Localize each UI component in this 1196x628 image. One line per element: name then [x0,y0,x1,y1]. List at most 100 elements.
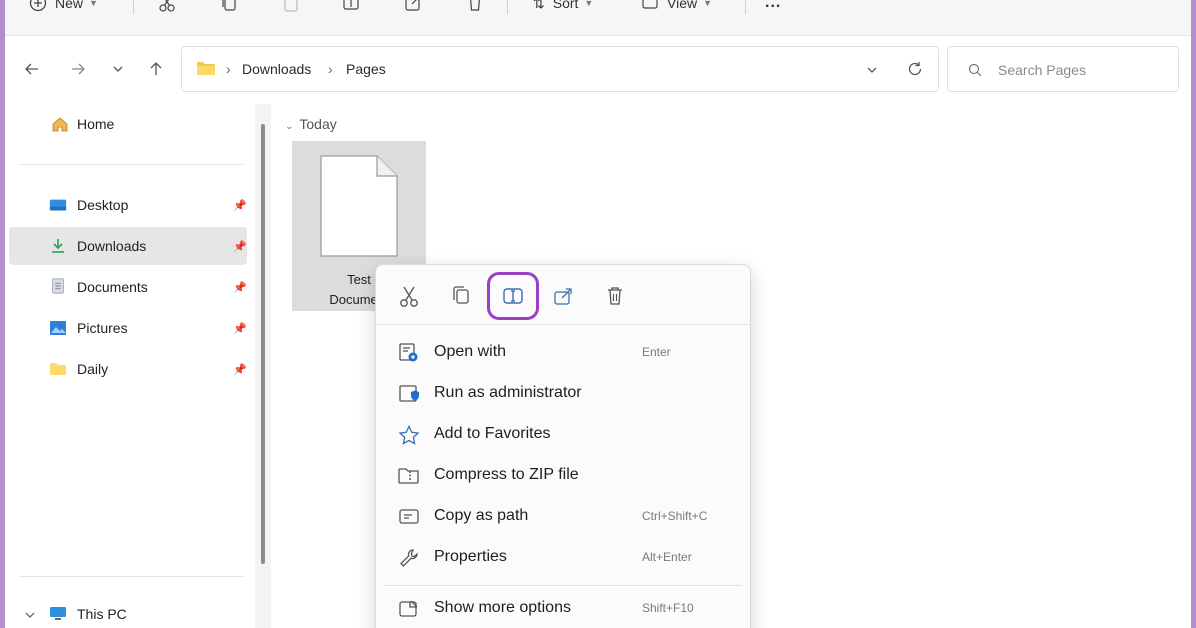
sort-button[interactable]: ⇅ Sort ▼ [533,0,593,15]
copy-toolbar-button[interactable] [219,0,239,15]
pictures-icon [50,321,66,335]
star-icon [398,425,420,445]
pin-icon: 📌 [233,322,247,335]
copy-icon [453,286,469,304]
copy-icon [222,0,236,11]
file-explorer-window: New ▼ ⇅ Sort ▼ View ▼ ... › Downloads › … [5,0,1191,628]
pin-icon: 📌 [233,281,247,294]
sidebar-label: Desktop [77,197,129,213]
pin-icon: 📌 [233,199,247,212]
chevron-down-icon: ▼ [89,0,98,8]
copy-path-icon [399,509,419,524]
chevron-down-icon[interactable] [25,610,35,620]
menu-separator [384,585,742,586]
download-icon [52,239,64,253]
menu-item-add-to-favorites[interactable]: Add to Favorites [376,415,750,455]
sidebar-item-daily[interactable]: Daily 📌 [9,350,247,388]
menu-item-shortcut: Shift+F10 [642,601,694,615]
sidebar-item-home[interactable]: Home [9,105,247,143]
folder-icon [50,363,66,375]
menu-item-shortcut: Alt+Enter [642,550,692,564]
breadcrumb-downloads[interactable]: Downloads [242,61,311,77]
copy-action-button[interactable] [446,283,476,309]
rename-toolbar-button[interactable] [341,0,361,15]
delete-action-button[interactable] [600,283,630,309]
forward-button[interactable] [65,56,91,82]
more-options-button[interactable]: ... [765,0,781,15]
menu-item-shortcut: Ctrl+Shift+C [642,509,708,523]
menu-item-label: Add to Favorites [434,425,551,442]
menu-item-shortcut: Enter [642,345,671,359]
rename-icon [343,0,359,10]
address-bar[interactable]: › Downloads › Pages [181,46,939,92]
share-icon [554,288,572,305]
scissors-icon [159,0,175,12]
breadcrumb-pages[interactable]: Pages [346,61,386,77]
sidebar-scrollbar-thumb[interactable] [261,124,265,564]
group-header-label: Today [299,116,337,132]
chevron-down-icon: ⌄ [285,121,294,132]
rename-icon [503,288,523,304]
menu-item-copy-as-path[interactable]: Copy as path Ctrl+Shift+C [376,497,750,537]
menu-item-properties[interactable]: Properties Alt+Enter [376,538,750,578]
menu-item-label: Properties [434,548,507,565]
delete-toolbar-button[interactable] [465,0,485,15]
menu-item-label: Copy as path [434,507,529,524]
sidebar-label: Daily [77,361,109,377]
sidebar-label: Documents [77,279,148,295]
chevron-down-icon: ▼ [703,0,713,8]
sidebar-label-home: Home [77,116,115,132]
share-toolbar-button[interactable] [403,0,423,15]
toolbar-divider [745,0,746,14]
arrow-right-icon [72,63,85,75]
wrench-icon [400,549,418,567]
share-action-button[interactable] [548,283,578,309]
back-button[interactable] [19,56,45,82]
view-icon [642,0,658,9]
sidebar-item-documents[interactable]: Documents 📌 [9,268,247,306]
folder-icon [197,62,215,75]
sidebar-item-pictures[interactable]: Pictures 📌 [9,309,247,347]
pin-icon: 📌 [233,240,247,253]
plus-circle-icon [29,0,47,12]
cut-action-button[interactable] [394,283,424,309]
cut-toolbar-button[interactable] [157,0,177,15]
menu-item-show-more-options[interactable]: Show more options Shift+F10 [376,589,750,628]
refresh-icon[interactable] [906,60,924,78]
sidebar-item-this-pc[interactable]: This PC [9,595,247,628]
toolbar-divider [133,0,134,14]
share-icon [405,0,420,11]
menu-item-label: Run as administrator [434,384,582,401]
documents-icon [52,278,64,294]
search-box[interactable]: Search Pages [947,46,1179,92]
group-header-today[interactable]: ⌄ Today [285,116,337,132]
recent-locations-button[interactable] [105,56,131,82]
paste-toolbar-button[interactable] [281,0,301,15]
search-icon [968,63,982,77]
context-quick-actions [376,265,750,325]
context-menu: Open with Enter Run as administrator Add… [375,264,751,628]
pin-icon: 📌 [233,363,247,376]
rename-action-button[interactable] [487,272,539,320]
open-with-icon [399,343,418,362]
sidebar-item-desktop[interactable]: Desktop 📌 [9,186,247,224]
sidebar-divider [19,164,243,165]
view-button[interactable]: View ▼ [641,0,712,15]
document-file-icon [320,155,398,257]
new-label: New [55,0,84,11]
chevron-down-icon[interactable] [866,64,878,76]
trash-icon [608,287,622,305]
new-button[interactable]: New ▼ [29,0,98,15]
up-button[interactable] [143,56,169,82]
command-bar: New ▼ ⇅ Sort ▼ View ▼ ... [5,0,1191,36]
paste-icon [284,0,298,12]
admin-shield-icon [399,385,419,402]
show-more-icon [399,600,418,617]
desktop-icon [49,199,67,211]
menu-item-label: Show more options [434,599,571,616]
menu-item-run-as-administrator[interactable]: Run as administrator [376,374,750,414]
sidebar-label: Downloads [77,238,147,254]
sidebar-item-downloads[interactable]: Downloads 📌 [9,227,247,265]
menu-item-compress-to-zip[interactable]: Compress to ZIP file [376,456,750,496]
menu-item-open-with[interactable]: Open with Enter [376,333,750,373]
